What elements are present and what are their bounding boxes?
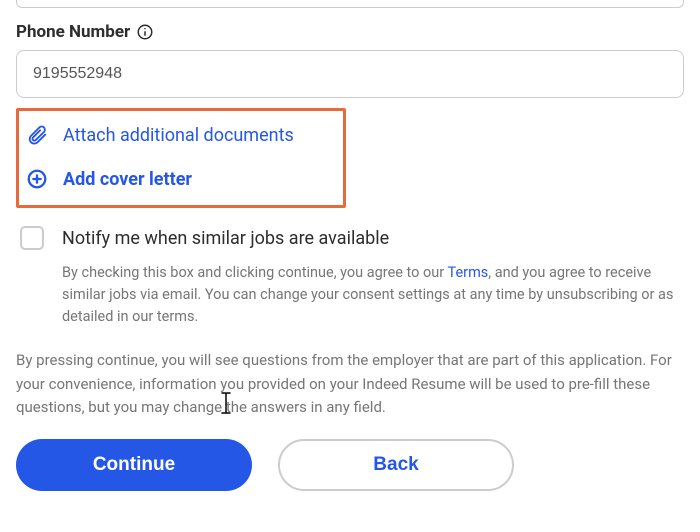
attach-documents-link[interactable]: Attach additional documents xyxy=(25,123,333,147)
consent-prefix: By checking this box and clicking contin… xyxy=(62,264,448,281)
continue-button[interactable]: Continue xyxy=(16,439,252,491)
add-cover-letter-label: Add cover letter xyxy=(63,169,192,190)
plus-circle-icon xyxy=(25,167,49,191)
consent-text: By checking this box and clicking contin… xyxy=(62,262,684,327)
terms-link[interactable]: Terms xyxy=(448,264,489,281)
add-cover-letter-link[interactable]: Add cover letter xyxy=(25,167,333,191)
notify-checkbox[interactable] xyxy=(20,226,44,250)
phone-number-label: Phone Number xyxy=(16,22,130,42)
info-icon[interactable] xyxy=(136,23,154,41)
attach-documents-label: Attach additional documents xyxy=(63,125,294,146)
attachments-highlight: Attach additional documents Add cover le… xyxy=(16,108,346,208)
disclaimer-text: By pressing continue, you will see quest… xyxy=(16,349,684,419)
back-button[interactable]: Back xyxy=(278,439,514,491)
phone-number-input[interactable] xyxy=(16,50,684,98)
previous-input-partial[interactable] xyxy=(16,0,684,8)
notify-label: Notify me when similar jobs are availabl… xyxy=(62,228,389,249)
paperclip-icon xyxy=(25,123,49,147)
